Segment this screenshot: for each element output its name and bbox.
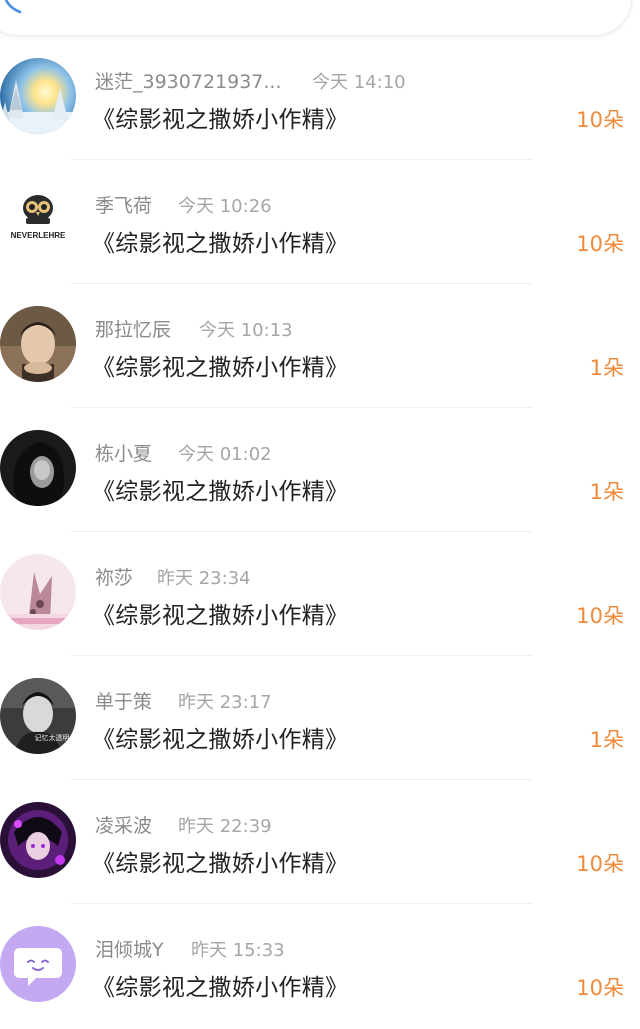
flower-amount: 1朵 [589,728,624,752]
book-title[interactable]: 《综影视之撒娇小作精》 [92,224,348,258]
owl-logo-avatar-image: NEVERLEHRE [0,182,76,258]
book-title[interactable]: 《综影视之撒娇小作精》 [92,844,348,878]
timestamp: 昨天 23:17 [178,692,272,713]
list-item[interactable]: 那拉忆辰 今天 10:13 《综影视之撒娇小作精》 1朵 [0,284,640,408]
list-item[interactable]: 泪倾城Y 昨天 15:33 《综影视之撒娇小作精》 10朵 [0,904,640,1028]
timestamp: 今天 10:13 [199,320,293,341]
user-name[interactable]: 泪倾城Y [95,935,164,962]
user-name[interactable]: 季飞荷 [95,191,152,218]
user-name[interactable]: 栋小夏 [95,439,152,466]
list-item[interactable]: NEVERLEHRE 季飞荷 今天 10:26 《综影视之撒娇小作精》 10朵 [0,160,640,284]
list-item[interactable]: 迷茫_3930721937... 今天 14:10 《综影视之撒娇小作精》 10… [0,36,640,160]
list-item[interactable]: 祢莎 昨天 23:34 《综影视之撒娇小作精》 10朵 [0,532,640,656]
avatar[interactable]: 记忆太透明 [0,678,76,754]
avatar[interactable] [0,554,76,630]
avatar[interactable] [0,926,76,1002]
gift-record-list: 迷茫_3930721937... 今天 14:10 《综影视之撒娇小作精》 10… [0,36,640,1029]
user-name[interactable]: 迷茫_3930721937... [95,67,282,94]
dark-portrait-avatar-image [0,430,76,506]
avatar[interactable] [0,306,76,382]
book-title[interactable]: 《综影视之撒娇小作精》 [92,968,348,1002]
search-icon[interactable] [2,0,24,14]
flower-amount: 10朵 [576,232,624,256]
avatar[interactable]: NEVERLEHRE [0,182,76,258]
timestamp: 今天 14:10 [312,72,406,93]
flower-amount: 10朵 [576,604,624,628]
user-name[interactable]: 那拉忆辰 [95,315,171,342]
svg-text:记忆太透明: 记忆太透明 [35,733,70,742]
flower-amount: 1朵 [589,356,624,380]
purple-anime-avatar-image [0,802,76,878]
timestamp: 今天 10:26 [178,196,272,217]
timestamp: 今天 01:02 [178,444,272,465]
pink-cat-avatar-image [0,554,76,630]
book-title[interactable]: 《综影视之撒娇小作精》 [92,348,348,382]
book-title[interactable]: 《综影视之撒娇小作精》 [92,100,348,134]
list-item[interactable]: 栋小夏 今天 01:02 《综影视之撒娇小作精》 1朵 [0,408,640,532]
timestamp: 昨天 15:33 [191,940,285,961]
book-title[interactable]: 《综影视之撒娇小作精》 [92,720,348,754]
chat-bubble-avatar-image [0,926,76,1002]
timestamp: 昨天 22:39 [178,816,272,837]
snowy-forest-avatar-image [0,58,76,134]
flower-amount: 10朵 [576,108,624,132]
man-portrait-avatar-image [0,306,76,382]
flower-amount: 1朵 [589,480,624,504]
search-bar[interactable] [0,0,632,36]
search-header [0,0,640,36]
list-item[interactable]: 凌采波 昨天 22:39 《综影视之撒娇小作精》 10朵 [0,780,640,904]
flower-amount: 10朵 [576,852,624,876]
avatar[interactable] [0,802,76,878]
user-name[interactable]: 单于策 [95,687,152,714]
user-name[interactable]: 凌采波 [95,811,152,838]
man-bw-avatar-image: 记忆太透明 [0,678,76,754]
avatar[interactable] [0,58,76,134]
list-item[interactable]: 记忆太透明 单于策 昨天 23:17 《综影视之撒娇小作精》 1朵 [0,656,640,780]
timestamp: 昨天 23:34 [157,568,251,589]
book-title[interactable]: 《综影视之撒娇小作精》 [92,596,348,630]
avatar[interactable] [0,430,76,506]
svg-text:NEVERLEHRE: NEVERLEHRE [11,231,66,240]
book-title[interactable]: 《综影视之撒娇小作精》 [92,472,348,506]
flower-amount: 10朵 [576,976,624,1000]
user-name[interactable]: 祢莎 [95,563,133,590]
